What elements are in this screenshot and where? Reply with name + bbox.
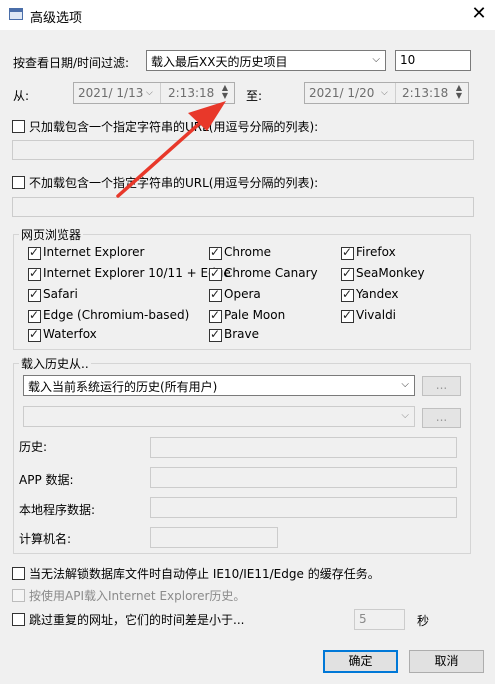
annotation-arrow-line (116, 121, 202, 198)
annotation-arrow (116, 101, 226, 198)
